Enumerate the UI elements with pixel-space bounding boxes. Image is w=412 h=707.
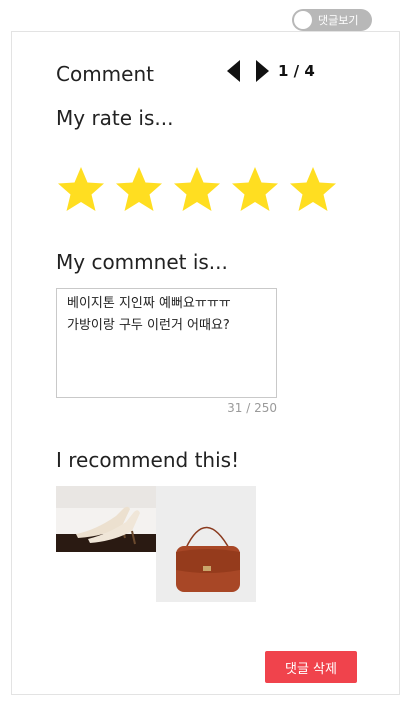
panel-title: Comment <box>56 62 154 86</box>
star-icon[interactable] <box>172 165 222 215</box>
next-arrow-icon[interactable] <box>256 60 269 82</box>
comment-heading: My commnet is... <box>56 250 228 274</box>
char-counter: 31 / 250 <box>227 401 277 415</box>
comment-pager: 1 / 4 <box>227 60 315 82</box>
recommend-heading: I recommend this! <box>56 448 240 472</box>
star-rating <box>56 165 346 215</box>
star-icon[interactable] <box>56 165 106 215</box>
comment-panel: Comment 1 / 4 My rate is... My commnet i… <box>11 31 400 695</box>
bag-image[interactable] <box>156 486 256 602</box>
star-icon[interactable] <box>230 165 280 215</box>
toggle-label: 댓글보기 <box>318 14 359 27</box>
star-icon[interactable] <box>288 165 338 215</box>
toggle-knob <box>294 11 312 29</box>
prev-arrow-icon[interactable] <box>227 60 240 82</box>
rate-heading: My rate is... <box>56 106 174 130</box>
comment-textarea[interactable]: 베이지톤 지인짜 예뻐요ㅠㅠㅠ 가방이랑 구두 이런거 어때요? <box>56 288 277 398</box>
page-indicator: 1 / 4 <box>278 62 315 80</box>
star-icon[interactable] <box>114 165 164 215</box>
comment-view-toggle[interactable]: 댓글보기 <box>292 9 372 31</box>
shoes-image[interactable] <box>56 486 156 552</box>
delete-comment-button[interactable]: 댓글 삭제 <box>265 651 357 683</box>
